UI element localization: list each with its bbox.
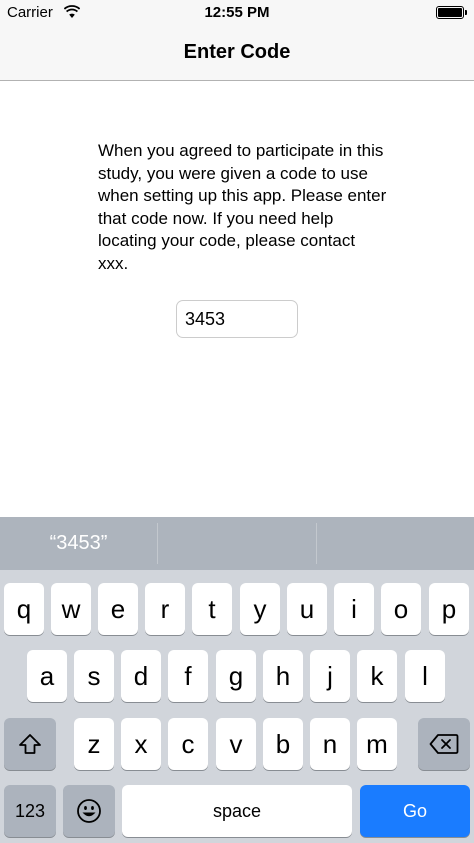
key-h[interactable]: h [263,650,303,702]
key-w[interactable]: w [51,583,91,635]
key-d[interactable]: d [121,650,161,702]
predictive-bar: “3453” [0,517,474,570]
battery-icon [436,6,467,19]
key-o[interactable]: o [381,583,421,635]
status-bar: Carrier 12:55 PM [0,0,474,26]
key-g[interactable]: g [216,650,256,702]
key-i[interactable]: i [334,583,374,635]
suggestion-item[interactable]: “3453” [0,517,157,570]
clock: 12:55 PM [204,4,270,21]
code-input[interactable] [176,300,298,338]
key-p[interactable]: p [429,583,469,635]
page-title: Enter Code [183,41,291,63]
keyboard: “3453” q w e r t y u i o p a s d f g h j… [0,517,474,843]
emoji-key[interactable] [63,785,115,837]
key-e[interactable]: e [98,583,138,635]
key-v[interactable]: v [216,718,256,770]
key-c[interactable]: c [168,718,208,770]
instructions-text: When you agreed to participate in this s… [98,141,387,273]
navigation-bar: Enter Code [0,26,474,81]
shift-icon [18,733,42,755]
key-l[interactable]: l [405,650,445,702]
go-button[interactable]: Go [360,785,470,837]
suggestion-item-empty[interactable] [158,517,316,570]
key-a[interactable]: a [27,650,67,702]
delete-key[interactable] [418,718,470,770]
emoji-icon [76,798,102,824]
key-q[interactable]: q [4,583,44,635]
key-n[interactable]: n [310,718,350,770]
key-s[interactable]: s [74,650,114,702]
shift-key[interactable] [4,718,56,770]
key-z[interactable]: z [74,718,114,770]
key-f[interactable]: f [168,650,208,702]
key-t[interactable]: t [192,583,232,635]
key-r[interactable]: r [145,583,185,635]
key-k[interactable]: k [357,650,397,702]
key-m[interactable]: m [357,718,397,770]
numbers-key[interactable]: 123 [4,785,56,837]
space-key[interactable]: space [122,785,352,837]
key-y[interactable]: y [240,583,280,635]
key-u[interactable]: u [287,583,327,635]
key-b[interactable]: b [263,718,303,770]
key-x[interactable]: x [121,718,161,770]
suggestion-item-empty[interactable] [317,517,474,570]
key-j[interactable]: j [310,650,350,702]
delete-icon [429,733,459,755]
